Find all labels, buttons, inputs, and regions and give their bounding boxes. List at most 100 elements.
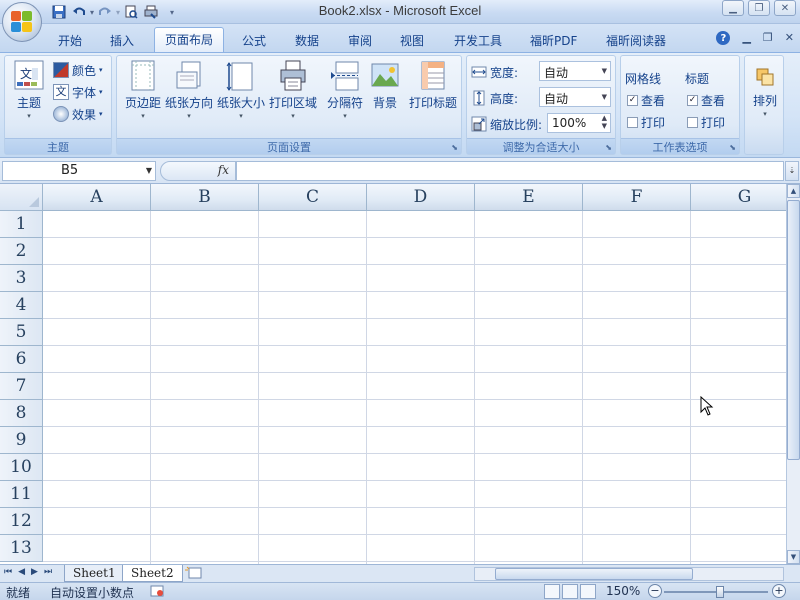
scale-spinner[interactable]: 100% ▲ ▼ [547, 113, 611, 133]
horizontal-scrollbar[interactable] [474, 567, 784, 581]
colors-button[interactable]: 颜色 ▾ [53, 60, 103, 80]
row-header-11[interactable]: 11 [0, 481, 43, 508]
horizontal-scroll-thumb[interactable] [495, 568, 693, 580]
row-header-5[interactable]: 5 [0, 319, 43, 346]
row-header-10[interactable]: 10 [0, 454, 43, 481]
scale-to-fit-launcher-icon[interactable]: ⬊ [605, 143, 612, 152]
row-header-6[interactable]: 6 [0, 346, 43, 373]
page-setup-launcher-icon[interactable]: ⬊ [451, 143, 458, 152]
vertical-scroll-thumb[interactable] [787, 200, 800, 460]
minimize-icon[interactable]: ▁ [722, 0, 744, 16]
page-break-view-icon[interactable] [580, 584, 596, 599]
row-header-9[interactable]: 9 [0, 427, 43, 454]
print-titles-button[interactable]: 打印标题 [407, 58, 459, 134]
width-dropdown[interactable]: 自动 ▼ [539, 61, 611, 81]
effects-button[interactable]: 效果 ▾ [53, 104, 103, 124]
row-header-4[interactable]: 4 [0, 292, 43, 319]
tab-formulas[interactable]: 公式 [232, 29, 276, 52]
column-header-f[interactable]: F [583, 184, 691, 211]
ribbon-close-icon[interactable]: ✕ [785, 31, 794, 45]
save-icon[interactable] [50, 3, 68, 21]
margins-button[interactable]: 页边距 ▾ [119, 58, 167, 134]
row-header-13[interactable]: 13 [0, 535, 43, 562]
background-button[interactable]: 背景 [361, 58, 409, 134]
name-box[interactable]: B5 ▼ [2, 161, 156, 181]
scroll-down-icon[interactable]: ▼ [787, 550, 800, 564]
row-header-7[interactable]: 7 [0, 373, 43, 400]
macro-record-icon[interactable] [150, 584, 164, 600]
print-area-button[interactable]: 打印区域 ▾ [269, 58, 317, 134]
next-sheet-icon[interactable]: ▶ [31, 567, 38, 577]
tab-foxit-reader[interactable]: 福昕阅读器 [596, 29, 676, 52]
tab-view[interactable]: 视图 [390, 29, 434, 52]
name-box-dropdown-icon[interactable]: ▼ [146, 166, 152, 175]
column-header-a[interactable]: A [43, 184, 151, 211]
insert-function-icon[interactable]: fx [218, 163, 229, 177]
insert-sheet-icon[interactable] [184, 566, 206, 581]
select-all-corner[interactable] [0, 184, 43, 211]
customize-toolbar-icon[interactable]: ▾ [170, 8, 174, 17]
vertical-scrollbar[interactable]: ▲ ▼ [786, 184, 800, 564]
sheet-tab-sheet2[interactable]: Sheet2 [122, 565, 183, 582]
row-header-2[interactable]: 2 [0, 238, 43, 265]
column-header-c[interactable]: C [259, 184, 367, 211]
themes-button[interactable]: 文 主题 ▾ [5, 58, 53, 134]
quick-print-icon[interactable] [142, 3, 160, 21]
first-sheet-icon[interactable]: ⏮ [4, 567, 12, 577]
prev-sheet-icon[interactable]: ◀ [18, 567, 25, 577]
undo-dropdown-icon[interactable]: ▾ [90, 8, 94, 17]
tab-review[interactable]: 审阅 [338, 29, 382, 52]
zoom-level[interactable]: 150% [606, 584, 640, 598]
row-header-12[interactable]: 12 [0, 508, 43, 535]
gridlines-view-checkbox[interactable]: ✓ 查看 [627, 90, 665, 110]
spreadsheet-grid[interactable]: ABCDEFG 1 2 3 4 5 6 7 8 9 10 11 12 13 [0, 184, 786, 564]
tab-home[interactable]: 开始 [48, 29, 92, 52]
sheet-options-launcher-icon[interactable]: ⬊ [729, 143, 736, 152]
column-header-e[interactable]: E [475, 184, 583, 211]
formula-input[interactable] [236, 161, 784, 181]
maximize-icon[interactable]: ❐ [748, 0, 770, 16]
column-header-b[interactable]: B [151, 184, 259, 211]
row-header-1[interactable]: 1 [0, 211, 43, 238]
sheet-tab-sheet1[interactable]: Sheet1 [64, 565, 125, 582]
expand-formula-bar-icon[interactable]: ⇣ [785, 161, 799, 181]
column-header-g[interactable]: G [691, 184, 786, 211]
normal-view-icon[interactable] [544, 584, 560, 599]
print-preview-icon[interactable] [122, 3, 140, 21]
ribbon-minimize-icon[interactable]: ▁ [742, 31, 750, 45]
arrange-button[interactable]: 排列 ▾ [741, 58, 789, 134]
tab-foxit-pdf[interactable]: 福昕PDF [520, 29, 587, 52]
headings-view-checkbox[interactable]: ✓ 查看 [687, 90, 725, 110]
ribbon-restore-icon[interactable]: ❐ [763, 31, 773, 45]
zoom-out-icon[interactable]: − [648, 584, 662, 598]
fonts-button[interactable]: 文 字体 ▾ [53, 82, 103, 102]
zoom-slider[interactable] [664, 586, 768, 598]
tab-developer[interactable]: 开发工具 [444, 29, 512, 52]
help-icon[interactable]: ? [716, 31, 731, 45]
height-dropdown[interactable]: 自动 ▼ [539, 87, 611, 107]
headings-print-checkbox[interactable]: 打印 [687, 112, 725, 132]
gridlines-print-checkbox[interactable]: 打印 [627, 112, 665, 132]
zoom-slider-thumb[interactable] [716, 586, 724, 598]
arrange-group[interactable]: 排列 ▾ [744, 55, 784, 155]
undo-icon[interactable] [70, 3, 88, 21]
row-header-3[interactable]: 3 [0, 265, 43, 292]
page-layout-view-icon[interactable] [562, 584, 578, 599]
redo-icon[interactable] [96, 3, 114, 21]
scroll-up-icon[interactable]: ▲ [787, 184, 800, 198]
close-icon[interactable]: ✕ [774, 0, 796, 16]
last-sheet-icon[interactable]: ⏭ [44, 567, 52, 577]
orientation-button[interactable]: 纸张方向 ▾ [165, 58, 213, 134]
scale-spinner-icon[interactable]: ▲ ▼ [602, 114, 607, 130]
tab-data[interactable]: 数据 [285, 29, 329, 52]
row-header-8[interactable]: 8 [0, 400, 43, 427]
column-header-d[interactable]: D [367, 184, 475, 211]
tab-page-layout[interactable]: 页面布局 [154, 27, 225, 52]
office-button[interactable] [2, 2, 42, 42]
zoom-in-icon[interactable]: + [772, 584, 786, 598]
size-button[interactable]: 纸张大小 ▾ [217, 58, 265, 134]
scale-label: 缩放比例: [490, 117, 543, 132]
tab-insert[interactable]: 插入 [100, 29, 144, 52]
row-gridline [43, 561, 786, 562]
redo-dropdown-icon[interactable]: ▾ [116, 8, 120, 17]
